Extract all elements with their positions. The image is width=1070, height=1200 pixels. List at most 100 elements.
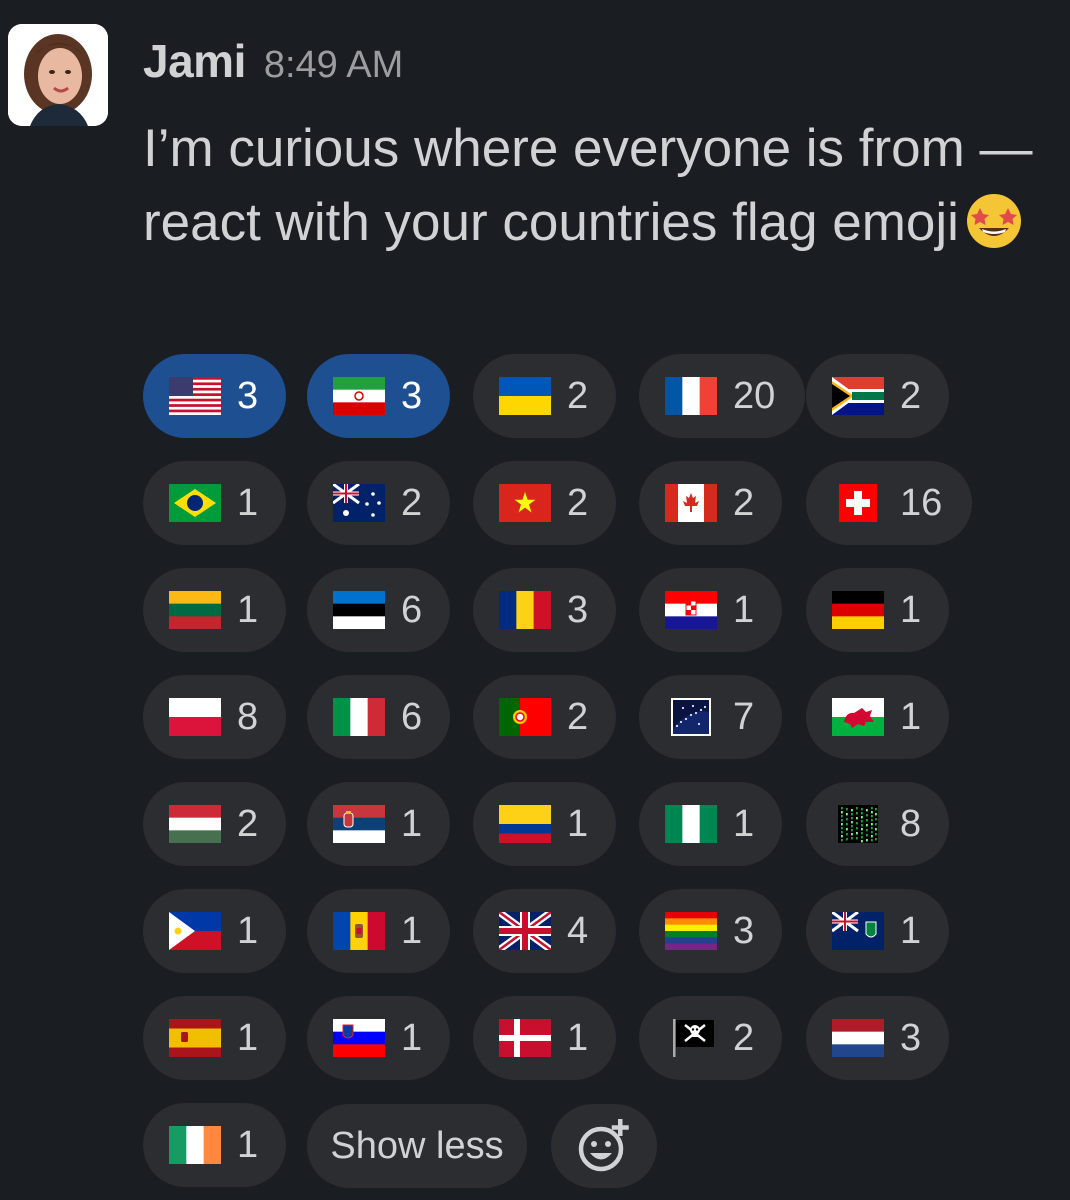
flag-ng-icon bbox=[665, 805, 717, 843]
reaction-count: 1 bbox=[237, 588, 259, 631]
flag-hu-icon bbox=[169, 805, 221, 843]
reaction-flag-ee[interactable]: 6 bbox=[307, 568, 450, 652]
reaction-count: 20 bbox=[733, 374, 776, 417]
flag-ro-icon bbox=[499, 591, 551, 629]
reaction-count: 1 bbox=[401, 1016, 423, 1059]
reaction-flag-au[interactable]: 2 bbox=[307, 461, 450, 545]
flag-nl-icon bbox=[832, 1019, 884, 1057]
reaction-flag-ir[interactable]: 3 bbox=[307, 354, 450, 438]
reaction-custom-night-sky[interactable]: 7 bbox=[639, 675, 782, 759]
reaction-count: 3 bbox=[567, 588, 589, 631]
timestamp[interactable]: 8:49 AM bbox=[264, 44, 403, 87]
rainbow-flag-icon bbox=[665, 912, 717, 950]
flag-hr-icon bbox=[665, 591, 717, 629]
flag-ca-icon bbox=[665, 484, 717, 522]
reaction-flag-md[interactable]: 1 bbox=[307, 889, 450, 973]
reaction-count: 1 bbox=[401, 909, 423, 952]
message-body: I’m curious where everyone is from — rea… bbox=[143, 112, 1063, 270]
reaction-flag-ph[interactable]: 1 bbox=[143, 889, 286, 973]
reaction-rainbow-flag[interactable]: 3 bbox=[639, 889, 782, 973]
reaction-flag-ng[interactable]: 1 bbox=[639, 782, 782, 866]
reaction-flag-ch[interactable]: 16 bbox=[806, 461, 972, 545]
reaction-count: 1 bbox=[237, 1016, 259, 1059]
reaction-flag-pt[interactable]: 2 bbox=[473, 675, 616, 759]
reaction-count: 8 bbox=[900, 802, 922, 845]
reaction-count: 2 bbox=[567, 374, 589, 417]
pirate-flag-icon bbox=[673, 1019, 714, 1057]
reaction-flag-it[interactable]: 6 bbox=[307, 675, 450, 759]
reaction-flag-co[interactable]: 1 bbox=[473, 782, 616, 866]
reaction-count: 2 bbox=[900, 374, 922, 417]
reaction-pirate-flag[interactable]: 2 bbox=[639, 996, 782, 1080]
reaction-count: 2 bbox=[733, 481, 755, 524]
reaction-flag-es[interactable]: 1 bbox=[143, 996, 286, 1080]
reaction-flag-lt[interactable]: 1 bbox=[143, 568, 286, 652]
reaction-flag-wales[interactable]: 1 bbox=[806, 675, 949, 759]
reaction-flag-hr[interactable]: 1 bbox=[639, 568, 782, 652]
flag-si-icon bbox=[333, 1019, 385, 1057]
reaction-flag-ua[interactable]: 2 bbox=[473, 354, 616, 438]
flag-fr-icon bbox=[665, 377, 717, 415]
reaction-flag-gb[interactable]: 4 bbox=[473, 889, 616, 973]
reaction-flag-us[interactable]: 3 bbox=[143, 354, 286, 438]
reaction-flag-vn[interactable]: 2 bbox=[473, 461, 616, 545]
reaction-flag-ro[interactable]: 3 bbox=[473, 568, 616, 652]
flag-de-icon bbox=[832, 591, 884, 629]
flag-dk-icon bbox=[499, 1019, 551, 1057]
reaction-count: 1 bbox=[237, 1123, 259, 1166]
flag-ie-icon bbox=[169, 1126, 221, 1164]
reaction-count: 1 bbox=[401, 802, 423, 845]
reaction-flag-fr[interactable]: 20 bbox=[639, 354, 805, 438]
reaction-custom-matrix[interactable]: 8 bbox=[806, 782, 949, 866]
reaction-count: 7 bbox=[733, 695, 755, 738]
reaction-count: 3 bbox=[237, 374, 259, 417]
reaction-flag-vg[interactable]: 1 bbox=[806, 889, 949, 973]
reaction-count: 1 bbox=[237, 909, 259, 952]
reaction-count: 1 bbox=[900, 909, 922, 952]
custom-matrix-icon bbox=[838, 805, 878, 843]
reaction-flag-br[interactable]: 1 bbox=[143, 461, 286, 545]
reaction-count: 3 bbox=[900, 1016, 922, 1059]
reaction-count: 6 bbox=[401, 695, 423, 738]
author-name[interactable]: Jami bbox=[143, 34, 246, 88]
reaction-flag-si[interactable]: 1 bbox=[307, 996, 450, 1080]
reaction-count: 16 bbox=[900, 481, 943, 524]
reaction-flag-dk[interactable]: 1 bbox=[473, 996, 616, 1080]
message-header: Jami 8:49 AM bbox=[143, 34, 403, 94]
reaction-flag-de[interactable]: 1 bbox=[806, 568, 949, 652]
show-less-button[interactable]: Show less bbox=[307, 1104, 527, 1188]
add-reaction-button[interactable] bbox=[551, 1104, 657, 1188]
flag-za-icon bbox=[832, 377, 884, 415]
reaction-flag-hu[interactable]: 2 bbox=[143, 782, 286, 866]
flag-us-icon bbox=[169, 377, 221, 415]
reaction-flag-pl[interactable]: 8 bbox=[143, 675, 286, 759]
reaction-count: 1 bbox=[733, 802, 755, 845]
add-reaction-icon bbox=[578, 1119, 629, 1172]
avatar-photo bbox=[8, 24, 108, 126]
reaction-flag-za[interactable]: 2 bbox=[806, 354, 949, 438]
flag-wales-icon bbox=[832, 698, 884, 736]
flag-vg-icon bbox=[832, 912, 884, 950]
message-text: I’m curious where everyone is from — rea… bbox=[143, 119, 1033, 252]
flag-ch-icon bbox=[839, 484, 877, 522]
avatar[interactable] bbox=[8, 24, 108, 126]
reaction-count: 1 bbox=[237, 481, 259, 524]
flag-ph-icon bbox=[169, 912, 221, 950]
flag-ir-icon bbox=[333, 377, 385, 415]
reaction-count: 1 bbox=[900, 588, 922, 631]
reaction-flag-ie[interactable]: 1 bbox=[143, 1103, 286, 1187]
reaction-count: 2 bbox=[401, 481, 423, 524]
custom-night-sky-icon bbox=[671, 698, 711, 736]
flag-au-icon bbox=[333, 484, 385, 522]
reaction-count: 1 bbox=[567, 1016, 589, 1059]
flag-es-icon bbox=[169, 1019, 221, 1057]
flag-br-icon bbox=[169, 484, 221, 522]
reaction-flag-ca[interactable]: 2 bbox=[639, 461, 782, 545]
flag-pt-icon bbox=[499, 698, 551, 736]
reaction-count: 1 bbox=[900, 695, 922, 738]
reaction-flag-rs[interactable]: 1 bbox=[307, 782, 450, 866]
reaction-count: 1 bbox=[733, 588, 755, 631]
flag-ua-icon bbox=[499, 377, 551, 415]
reaction-count: 4 bbox=[567, 909, 589, 952]
reaction-flag-nl[interactable]: 3 bbox=[806, 996, 949, 1080]
